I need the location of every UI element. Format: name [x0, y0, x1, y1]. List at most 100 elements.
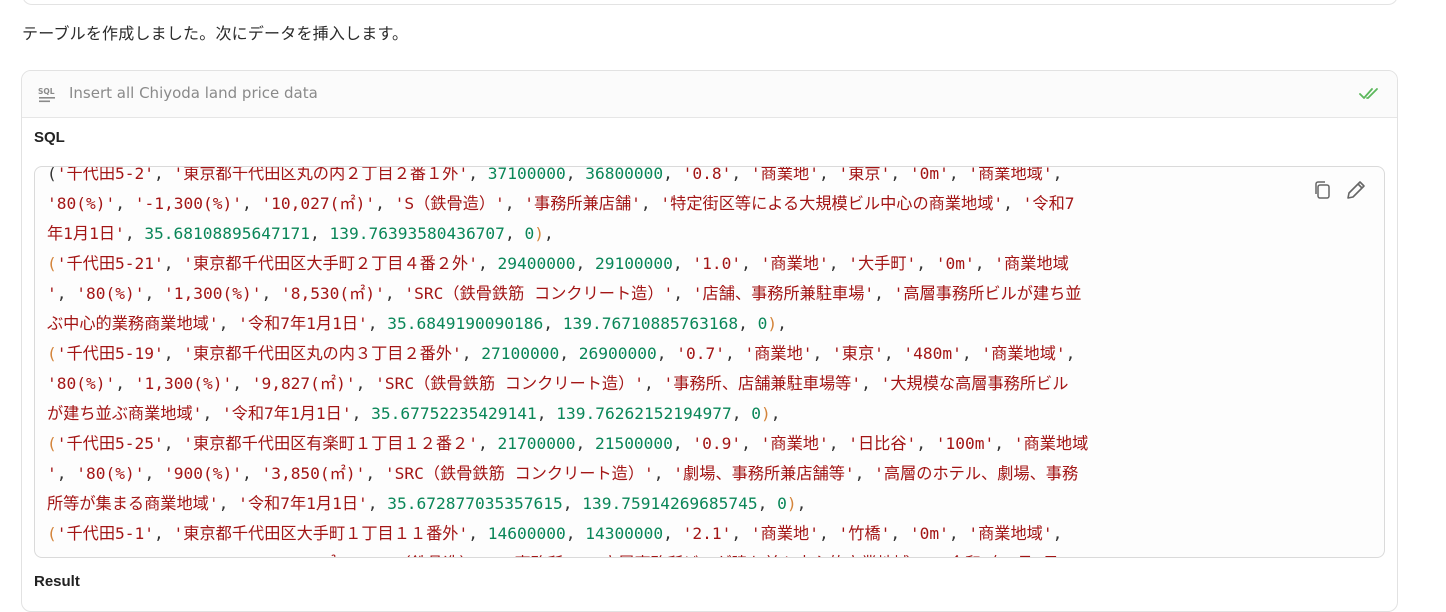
sql-section-label: SQL: [34, 129, 65, 146]
code-token: 26900000: [578, 344, 657, 363]
code-token: ': [47, 284, 57, 303]
code-token: ,: [1052, 166, 1063, 183]
tool-call-title: Insert all Chiyoda land price data: [69, 84, 318, 102]
code-token: '商業地域: [1013, 434, 1089, 453]
code-token: ,: [1052, 524, 1063, 543]
code-token: ,: [468, 524, 488, 543]
code-token: ,: [854, 464, 875, 483]
code-token: 'SRC（鉄骨鉄筋 コンクリート造）': [375, 374, 645, 393]
code-token: '東京都千代田区丸の内３丁目２番外': [183, 344, 462, 363]
code-token: ,: [477, 254, 498, 273]
code-token: 0: [751, 404, 761, 423]
sql-code-block[interactable]: ('千代田5-2', '東京都千代田区丸の内２丁目２番１外', 37100000…: [34, 166, 1385, 558]
code-token: '令和7年1月1日': [939, 554, 1069, 557]
code-token: ,: [874, 284, 894, 303]
code-token: ,: [919, 554, 939, 557]
code-token: '東京都千代田区丸の内２丁目２番１外': [173, 166, 469, 183]
code-token: (: [47, 166, 57, 183]
code-token: ,: [310, 224, 330, 243]
code-token: '1,300(%)': [135, 554, 232, 557]
code-token: '2.1': [682, 524, 732, 543]
code-line: ('千代田5-21', '東京都千代田区大手町２丁目４番２外', 2940000…: [47, 249, 1357, 279]
code-token: 29400000: [497, 254, 576, 273]
code-token: 139.76710885763168: [562, 314, 739, 333]
code-token: ,: [741, 434, 761, 453]
code-token: ,: [468, 166, 488, 183]
code-token: ,: [218, 314, 239, 333]
code-token: '千代田5-2': [56, 166, 155, 183]
code-token: 14600000: [487, 524, 566, 543]
code-token: ,: [504, 224, 525, 243]
code-token: ,: [232, 554, 252, 557]
code-token: ,: [504, 194, 525, 213]
code-token: ,: [485, 554, 505, 557]
code-token: '事務所兼店舗': [524, 194, 641, 213]
code-token: '10,027(㎡)': [261, 194, 376, 213]
tool-call-header[interactable]: SQL Insert all Chiyoda land price data: [22, 71, 1397, 118]
code-token: '令和7年1月1日': [238, 494, 368, 513]
code-line: が建ち並ぶ商業地域', '令和7年1月1日', 35.6775223542914…: [47, 399, 1357, 429]
pencil-icon[interactable]: [1344, 178, 1368, 202]
code-token: ,: [777, 314, 787, 333]
code-toolbar: [1286, 173, 1372, 207]
code-token: ,: [384, 284, 405, 303]
code-token: ,: [948, 166, 969, 183]
copy-icon[interactable]: [1312, 179, 1334, 201]
code-token: ,: [818, 166, 839, 183]
svg-text:SQL: SQL: [38, 87, 55, 96]
code-token: '商業地': [760, 434, 829, 453]
code-line: ぶ中心的業務商業地域', '令和7年1月1日', 35.684919009018…: [47, 309, 1357, 339]
code-token: ,: [163, 344, 184, 363]
code-token: ): [767, 314, 778, 333]
code-token: ,: [757, 494, 778, 513]
code-token: ,: [367, 314, 388, 333]
code-token: 139.75914269685745: [582, 494, 758, 513]
code-token: '80(%)': [47, 374, 116, 393]
code-token: ,: [916, 434, 936, 453]
code-token: 27100000: [481, 344, 560, 363]
code-token: ,: [477, 434, 498, 453]
code-token: '店舗、事務所兼駐車場': [692, 284, 875, 303]
code-token: '高層のホテル、劇場、事務: [874, 464, 1079, 483]
code-token: ,: [56, 284, 77, 303]
code-token: '東京': [832, 344, 884, 363]
code-token: '商業地域: [994, 254, 1069, 273]
code-token: '9,827(㎡)': [251, 374, 356, 393]
code-token: ,: [828, 254, 849, 273]
code-token: ,: [232, 374, 252, 393]
code-token: '商業地域': [968, 166, 1053, 183]
code-token: ,: [890, 166, 910, 183]
code-token: ,: [144, 464, 164, 483]
previous-card-edge: [22, 0, 1398, 5]
code-token: ,: [115, 194, 135, 213]
code-token: 21500000: [594, 434, 673, 453]
code-token: '3,850(㎡)': [261, 464, 366, 483]
code-line: '80(%)', '-1,300(%)', '10,027(㎡)', 'S（鉄骨…: [47, 189, 1357, 219]
code-token: ,: [672, 434, 693, 453]
code-token: が建ち並ぶ商業地域': [47, 404, 203, 423]
code-token: ,: [351, 404, 372, 423]
code-token: '商業地': [750, 524, 819, 543]
code-token: ,: [163, 434, 184, 453]
code-line: ('千代田5-1', '東京都千代田区大手町１丁目１１番外', 14600000…: [47, 519, 1357, 549]
code-token: ,: [818, 524, 839, 543]
code-token: '日比谷': [848, 434, 917, 453]
code-token: 14300000: [585, 524, 664, 543]
code-token: '100m': [935, 434, 995, 453]
code-token: 0: [777, 494, 787, 513]
code-token: '80(%)': [76, 464, 145, 483]
code-token: ,: [367, 494, 388, 513]
code-token: ,: [565, 524, 586, 543]
code-line: ', '80(%)', '900(%)', '3,850(㎡)', 'SRC（鉄…: [47, 459, 1357, 489]
code-token: 年1月1日': [47, 224, 125, 243]
code-token: ,: [948, 524, 969, 543]
code-token: '東京都千代田区有楽町１丁目１２番２': [183, 434, 478, 453]
code-token: ,: [724, 344, 745, 363]
code-token: ,: [536, 404, 557, 423]
code-token: ,: [890, 524, 910, 543]
code-token: ,: [559, 344, 579, 363]
code-token: ,: [355, 374, 376, 393]
code-token: '東京': [838, 166, 891, 183]
code-token: ,: [731, 524, 751, 543]
code-token: ぶ中心的業務商業地域': [47, 314, 219, 333]
